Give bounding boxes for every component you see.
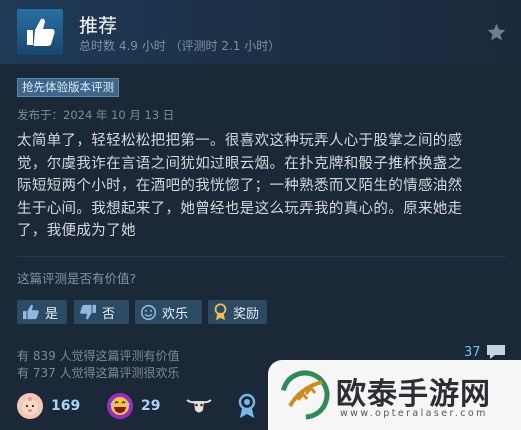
thumbs-down-icon: [80, 304, 96, 320]
vote-no-button[interactable]: 否: [74, 300, 129, 324]
posted-date: 发布于：2024 年 10 月 13 日: [17, 108, 175, 122]
thumbs-up-icon: [23, 304, 39, 320]
comment-count: 37: [464, 344, 481, 360]
watermark: 欧泰手游网 www.opteralaser.com: [268, 360, 521, 430]
recommendation-title: 推荐: [79, 15, 118, 37]
vote-yes-button[interactable]: 是: [17, 300, 67, 324]
award-count: 169: [51, 398, 81, 414]
award-ribbon-icon: [214, 303, 227, 321]
review-line: 太简单了，轻轻松松把把第一。很喜欢这种玩弄人心于股掌之间的感: [17, 133, 463, 149]
baby-face-icon: [17, 393, 43, 419]
vote-funny-button[interactable]: 欢乐: [135, 300, 202, 324]
award-item[interactable]: 29: [107, 392, 160, 420]
review-line: 了，我便成为了她: [17, 223, 136, 240]
review-line: 生于心间。我想起来了，她曾经也是这么玩弄我的真心的。原来她走: [17, 200, 463, 217]
thumbs-up-icon: [17, 9, 63, 55]
review-body: 太简单了，轻轻松松把把第一。很喜欢这种玩弄人心于股掌之间的感 觉，尔虞我诈在言语…: [17, 130, 509, 243]
medal-icon: [234, 393, 260, 419]
laughing-face-icon: [107, 393, 133, 419]
award-count: 29: [141, 398, 161, 414]
review-line: 觉，尔虞我诈在言语之间犹如过眼云烟。在扑克牌和骰子推杯换盏之: [17, 155, 463, 172]
star-icon[interactable]: [486, 22, 507, 43]
award-item[interactable]: [186, 392, 220, 420]
comment-bubble-icon: [486, 345, 505, 359]
playtime-hours: 总时数 4.9 小时 （评测时 2.1 小时）: [79, 39, 281, 53]
award-item[interactable]: [234, 392, 268, 420]
vote-yes-label: 是: [45, 306, 59, 322]
vote-funny-label: 欢乐: [162, 306, 189, 322]
smiley-icon: [140, 304, 157, 320]
watermark-logo: [280, 370, 330, 420]
funny-count: 有 737 人觉得这篇评测很欢乐: [17, 366, 180, 380]
helpful-count: 有 839 人觉得这篇评测有价值: [17, 349, 180, 363]
watermark-url: www.opteralaser.com: [340, 408, 488, 419]
comments-link[interactable]: 37: [464, 343, 507, 361]
divider: [17, 256, 506, 257]
vote-no-label: 否: [102, 306, 116, 322]
review-line: 际短短两个小时，在酒吧的我恍惚了；一种熟悉而又陌生的情感油然: [17, 178, 463, 195]
helpful-question: 这篇评测是否有价值?: [17, 271, 137, 286]
award-label: 奖励: [233, 306, 260, 322]
award-button[interactable]: 奖励: [208, 300, 267, 324]
watermark-text: 欧泰手游网: [336, 377, 491, 412]
cow-skull-icon: [186, 393, 212, 419]
early-access-badge: 抢先体验版本评测: [17, 78, 119, 97]
award-item[interactable]: 169: [17, 392, 80, 420]
review-header: 推荐 总时数 4.9 小时 （评测时 2.1 小时）: [0, 0, 521, 64]
